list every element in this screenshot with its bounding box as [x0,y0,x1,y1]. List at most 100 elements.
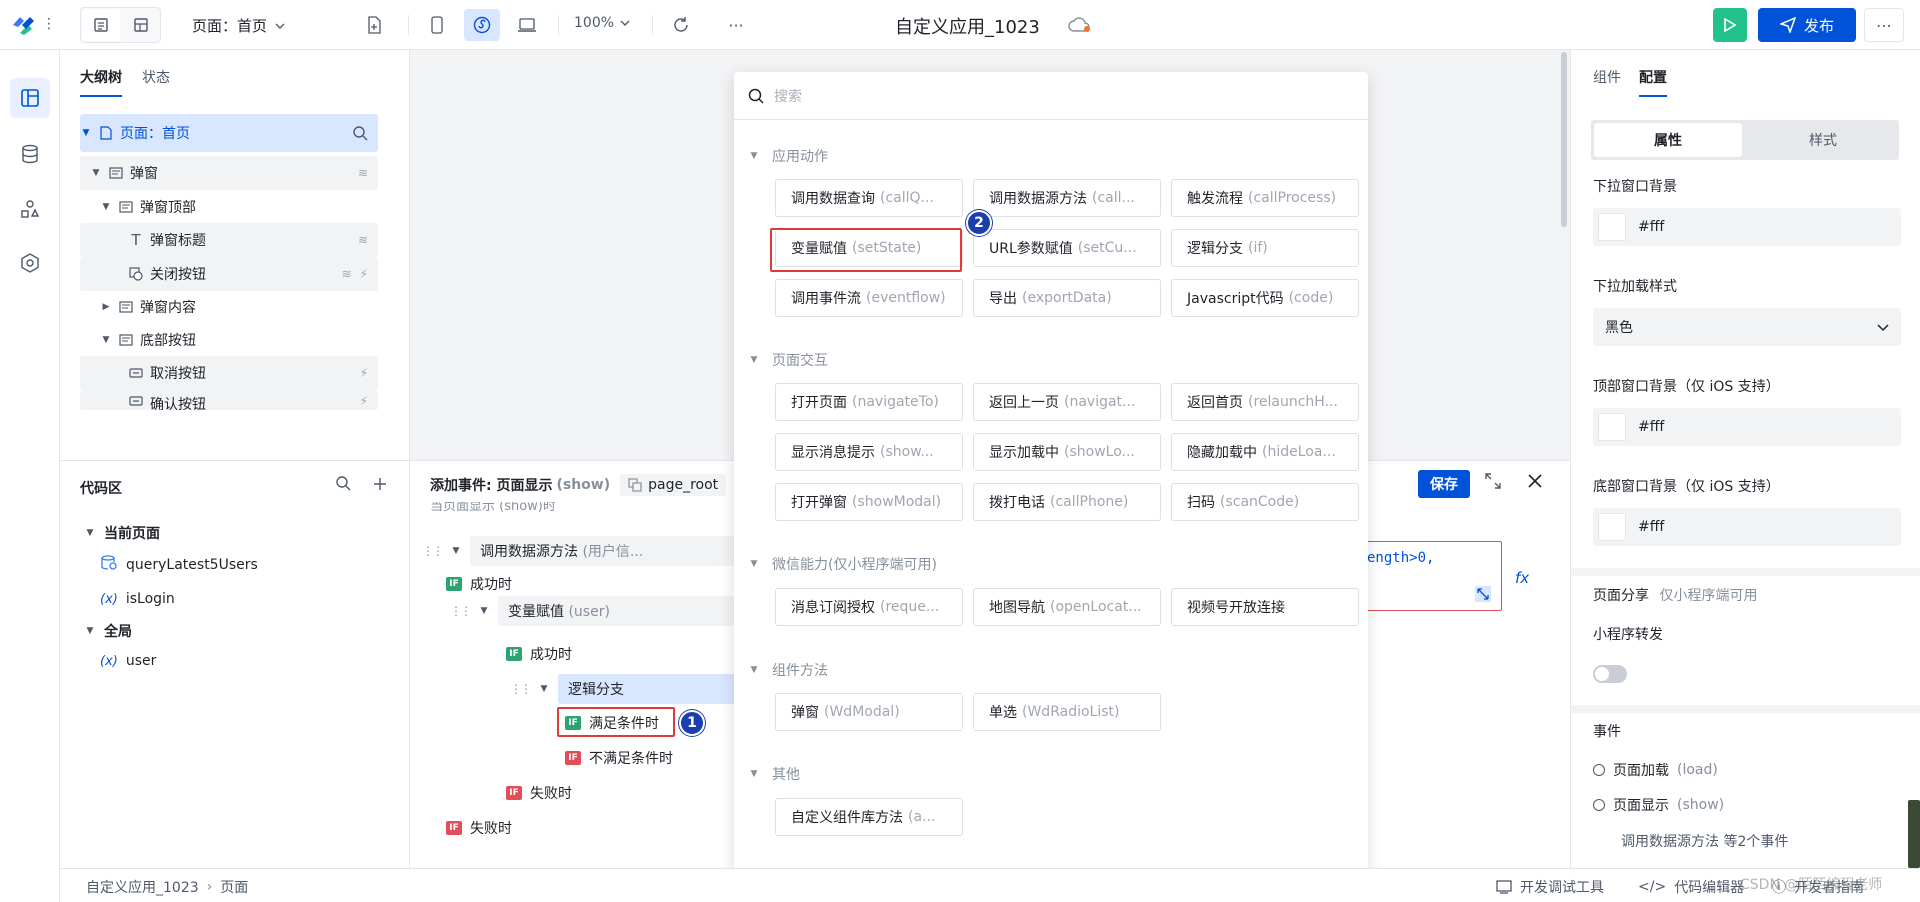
action-item[interactable]: 返回首页 (relaunchH... [1171,383,1359,421]
action-search[interactable]: 搜索 [734,72,1368,120]
settings-hex-icon[interactable] [10,243,50,283]
flow-node-condition-false[interactable]: IF 不满足条件时 [565,748,673,768]
flow-block[interactable]: 调用数据源方法 (用户信... [470,536,736,566]
flow-node-call-datasource[interactable]: ⋮⋮ ▼ 调用数据源方法 (用户信... [422,536,736,566]
condition-code-editor[interactable]: ength>0, [1366,541,1502,611]
loading-style-select[interactable]: 黑色 [1593,308,1901,346]
tree-node-modal[interactable]: ▼ 弹窗 ≋ [80,156,378,190]
search-icon[interactable] [335,475,351,496]
group-component-methods[interactable]: ▼ 组件方法 [748,660,828,680]
action-item[interactable]: 调用事件流 (eventflow) [775,279,963,317]
tree-node-modal-title[interactable]: T 弹窗标题 ≋ [80,223,378,257]
action-item[interactable]: 自定义组件库方法 (a... [775,798,963,836]
flow-node-success[interactable]: IF 成功时 [446,574,512,594]
more-actions-icon[interactable]: ··· [718,9,754,41]
document-view-icon[interactable] [82,9,120,41]
action-item[interactable]: 返回上一页 (navigat... [973,383,1161,421]
flow-node-success-2[interactable]: IF 成功时 [506,644,572,664]
expand-icon[interactable] [1485,473,1501,493]
seg-properties[interactable]: 属性 [1594,123,1742,157]
action-item[interactable]: Javascript代码 (code) [1171,279,1359,317]
action-item[interactable]: 导出 (exportData) [973,279,1161,317]
layout-view-icon[interactable] [122,9,160,41]
color-field[interactable]: #fff [1593,508,1901,546]
code-item-islogin[interactable]: (x) isLogin [100,591,175,607]
tree-node-confirm-button[interactable]: 确认按钮 ⚡ [80,390,378,410]
zoom-select[interactable]: 100% [574,15,630,31]
breadcrumb-page[interactable]: 页面 [220,877,248,897]
action-item[interactable]: 调用数据源方法 (call... [973,179,1161,217]
save-button[interactable]: 保存 [1418,470,1470,498]
action-item[interactable]: 弹窗 (WdModal) [775,693,963,731]
page-selector[interactable]: 页面：首页 [192,15,285,36]
event-item-load[interactable]: 页面加载 (load) [1593,760,1718,780]
add-icon[interactable] [373,475,387,496]
color-field[interactable]: #fff [1593,408,1901,446]
code-item-query[interactable]: queryLatest5Users [100,555,258,575]
breadcrumb-app[interactable]: 自定义应用_1023 [86,877,199,897]
section-global[interactable]: ▼ 全局 [84,621,132,641]
app-logo-icon[interactable] [10,13,36,37]
add-page-icon[interactable] [356,9,392,41]
formula-icon[interactable]: fx [1515,569,1529,587]
preview-button[interactable] [1713,8,1747,42]
database-icon[interactable] [10,134,50,174]
event-summary[interactable]: 调用数据源方法 等2个事件 [1621,831,1788,851]
flow-node-set-state[interactable]: ⋮⋮ ▼ 变量赋值 (user) [450,596,734,626]
drag-handle-icon[interactable]: ⋮⋮ [450,604,472,618]
desktop-view-icon[interactable] [509,9,545,41]
seg-style[interactable]: 样式 [1749,123,1897,157]
refresh-icon[interactable] [663,9,699,41]
mini-program-view-icon[interactable] [464,9,500,41]
color-field[interactable]: #fff [1593,208,1901,246]
action-item[interactable]: 扫码 (scanCode) [1171,483,1359,521]
flow-node-failure[interactable]: IF 失败时 [506,783,572,803]
mobile-view-icon[interactable] [419,9,455,41]
close-icon[interactable] [1528,473,1542,492]
color-swatch[interactable] [1598,213,1626,241]
app-switcher-icon[interactable]: ⋮ [42,14,56,34]
color-swatch[interactable] [1598,413,1626,441]
action-item[interactable]: 消息订阅授权 (reque... [775,588,963,626]
tab-outline[interactable]: 大纲树 [80,67,122,97]
forward-toggle[interactable] [1593,665,1627,683]
action-item[interactable]: 触发流程 (callProcess) [1171,179,1359,217]
action-item[interactable]: URL参数赋值 (setCu... [973,229,1161,267]
cloud-sync-icon[interactable] [1068,16,1092,34]
action-item[interactable]: 隐藏加载中 (hideLoa... [1171,433,1359,471]
action-item[interactable]: 打开弹窗 (showModal) [775,483,963,521]
action-item[interactable]: 逻辑分支 (if) [1171,229,1359,267]
group-app-actions[interactable]: ▼ 应用动作 [748,146,828,166]
group-wechat[interactable]: ▼ 微信能力(仅小程序端可用) [748,554,937,574]
event-item-show[interactable]: 页面显示 (show) [1593,795,1724,815]
action-item[interactable]: 视频号开放连接 [1171,588,1359,626]
action-item[interactable]: 调用数据查询 (callQ... [775,179,963,217]
action-item[interactable]: 打开页面 (navigateTo) [775,383,963,421]
tree-node-modal-content[interactable]: ▶ 弹窗内容 [80,290,378,324]
resize-icon[interactable] [1475,586,1491,602]
components-icon[interactable] [10,189,50,229]
tab-components[interactable]: 组件 [1593,67,1621,97]
outline-panel-icon[interactable] [10,78,50,118]
drag-handle-icon[interactable]: ⋮⋮ [422,544,444,558]
group-other[interactable]: ▼ 其他 [748,764,800,784]
action-item[interactable]: 显示消息提示 (show... [775,433,963,471]
publish-button[interactable]: 发布 [1758,8,1856,42]
drag-handle-icon[interactable]: ⋮⋮ [510,682,532,696]
search-icon[interactable] [352,114,368,152]
tree-node-cancel-button[interactable]: 取消按钮 ⚡ [80,356,378,390]
flow-block[interactable]: 逻辑分支 [558,674,738,704]
more-menu-button[interactable]: ⋯ [1864,8,1904,42]
action-item[interactable]: 地图导航 (openLocat... [973,588,1161,626]
tree-node-modal-header[interactable]: ▼ 弹窗顶部 [80,190,378,224]
action-item[interactable]: 单选 (WdRadioList) [973,693,1161,731]
flow-block[interactable]: 变量赋值 (user) [498,596,734,626]
action-item[interactable]: 显示加载中 (showLo... [973,433,1161,471]
color-swatch[interactable] [1598,513,1626,541]
flow-node-if-branch[interactable]: ⋮⋮ ▼ 逻辑分支 [510,674,738,704]
tree-node-footer-buttons[interactable]: ▼ 底部按钮 [80,323,378,357]
tree-node-close-button[interactable]: 关闭按钮 ≋ ⚡ [80,257,378,291]
root-chip[interactable]: page_root [620,474,727,496]
action-item[interactable]: 拨打电话 (callPhone) [973,483,1161,521]
tree-node-page-home[interactable]: ▼ 页面：首页 [80,114,378,152]
